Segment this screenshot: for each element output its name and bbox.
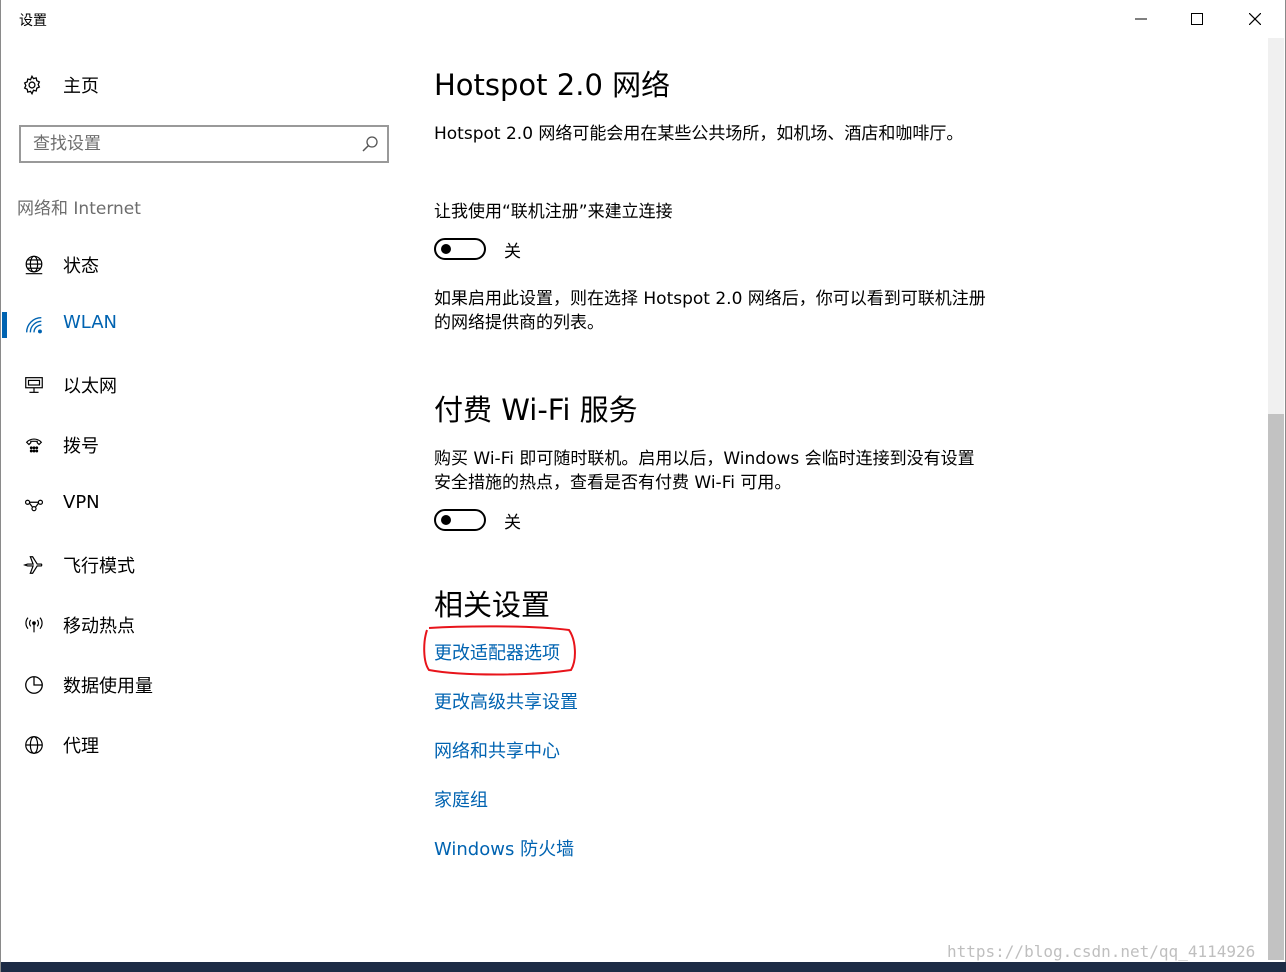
maximize-icon — [1191, 13, 1203, 25]
gear-icon — [23, 74, 41, 96]
watermark: https://blog.csdn.net/qq_4114926 — [947, 942, 1256, 961]
paid-wifi-heading: 付费 Wi-Fi 服务 — [434, 393, 638, 427]
window-title: 设置 — [19, 13, 47, 29]
close-icon — [1249, 13, 1261, 25]
hotspot-description: Hotspot 2.0 网络可能会用在某些公共场所，如机场、酒店和咖啡厅。 — [434, 124, 964, 144]
advanced-sharing-settings-link[interactable]: 更改高级共享设置 — [434, 688, 578, 714]
settings-window: 设置 主页 网络和 Interne — [0, 0, 1286, 972]
hotspot-note: 如果启用此设置，则在选择 Hotspot 2.0 网络后，你可以看到可联机注册的… — [434, 289, 986, 333]
minimize-icon — [1135, 18, 1147, 20]
taskbar-edge — [1, 962, 1286, 972]
globe-icon — [22, 733, 46, 757]
sidebar-item-label: 以太网 — [63, 376, 117, 397]
active-indicator — [2, 312, 7, 338]
sidebar-item-data-usage[interactable]: 数据使用量 — [1, 655, 401, 715]
sidebar-item-label: 代理 — [63, 736, 99, 757]
sidebar-item-label: 飞行模式 — [63, 556, 135, 577]
toggle-knob — [441, 515, 451, 525]
title-bar[interactable]: 设置 — [1, 0, 1285, 38]
sidebar-item-hotspot[interactable]: 移动热点 — [1, 595, 401, 655]
maximize-button[interactable] — [1169, 0, 1225, 38]
sidebar-item-vpn[interactable]: VPN — [1, 475, 401, 535]
hotspot-heading: Hotspot 2.0 网络 — [434, 68, 671, 102]
hotspot-icon — [22, 613, 46, 637]
scrollbar-thumb[interactable] — [1268, 414, 1284, 960]
homegroup-link[interactable]: 家庭组 — [434, 786, 488, 812]
sidebar-nav: 状态 WLAN 以太网 拨号 VPN 飞行模式 移动热点 数据使用量 代理 — [1, 235, 401, 775]
paid-wifi-toggle-row: 关 — [434, 507, 521, 533]
dialup-icon — [22, 433, 46, 457]
toggle-knob — [441, 244, 451, 254]
home-label: 主页 — [63, 76, 99, 97]
online-signup-toggle-row: 关 — [434, 236, 521, 262]
search-icon[interactable] — [361, 135, 379, 153]
online-signup-label: 让我使用“联机注册”来建立连接 — [434, 202, 673, 222]
section-label: 网络和 Internet — [17, 199, 141, 219]
sidebar-item-label: 移动热点 — [63, 616, 135, 637]
network-sharing-center-link[interactable]: 网络和共享中心 — [434, 737, 560, 763]
wifi-icon — [22, 313, 46, 337]
sidebar-item-ethernet[interactable]: 以太网 — [1, 355, 401, 415]
sidebar-home[interactable]: 主页 — [21, 72, 99, 98]
sidebar-item-dialup[interactable]: 拨号 — [1, 415, 401, 475]
sidebar-item-label: WLAN — [63, 312, 118, 333]
sidebar: 主页 网络和 Internet 状态 — [1, 38, 401, 972]
sidebar-item-status[interactable]: 状态 — [1, 235, 401, 295]
sidebar-item-label: 拨号 — [63, 436, 99, 457]
globe-status-icon — [22, 253, 46, 277]
windows-firewall-link[interactable]: Windows 防火墙 — [434, 835, 574, 861]
scrollbar[interactable] — [1268, 38, 1284, 960]
paid-wifi-toggle[interactable] — [434, 509, 486, 531]
airplane-icon — [22, 553, 46, 577]
sidebar-item-proxy[interactable]: 代理 — [1, 715, 401, 775]
vpn-icon — [22, 493, 46, 517]
toggle-state-label: 关 — [504, 512, 521, 533]
sidebar-item-wlan[interactable]: WLAN — [1, 295, 401, 355]
search-box[interactable] — [19, 125, 389, 163]
sidebar-item-label: 数据使用量 — [63, 676, 153, 697]
ethernet-icon — [22, 373, 46, 397]
related-settings-heading: 相关设置 — [434, 588, 551, 622]
online-signup-toggle[interactable] — [434, 238, 486, 260]
sidebar-item-label: 状态 — [63, 256, 99, 277]
minimize-button[interactable] — [1113, 0, 1169, 38]
toggle-state-label: 关 — [504, 241, 521, 262]
sidebar-item-airplane[interactable]: 飞行模式 — [1, 535, 401, 595]
sidebar-item-label: VPN — [63, 492, 100, 513]
data-usage-icon — [22, 673, 46, 697]
change-adapter-options-link[interactable]: 更改适配器选项 — [434, 639, 560, 665]
search-input[interactable] — [33, 131, 353, 157]
close-button[interactable] — [1227, 0, 1283, 38]
paid-wifi-description: 购买 Wi-Fi 即可随时联机。启用以后，Windows 会临时连接到没有设置安… — [434, 449, 975, 493]
